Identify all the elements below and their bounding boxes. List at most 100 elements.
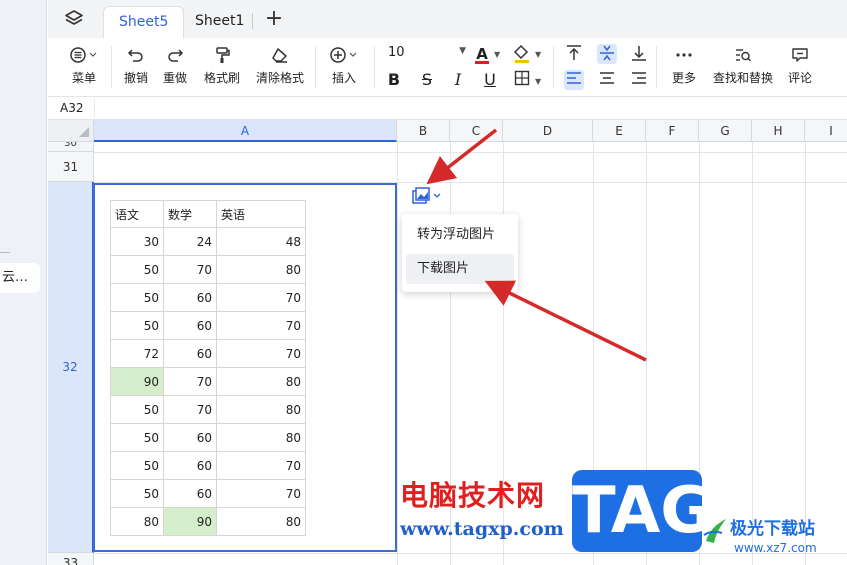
font-color-button[interactable]: A [472,44,492,64]
table-cell: 60 [163,423,217,452]
watermark-site-cn: 电脑技术网 [400,479,546,512]
grid-line [752,142,753,565]
align-top-icon [567,45,581,60]
grid-line [397,142,398,565]
align-right-icon [632,72,646,84]
divider [111,46,112,88]
table-cell: 50 [110,311,164,340]
paint-bucket-icon [513,44,529,63]
find-replace-button[interactable]: 查找和替换 [708,46,778,86]
layers-icon[interactable] [64,9,84,29]
embedded-table-image[interactable]: 语文 数学 英语 30 24 48 50 70 80 50 60 70 50 60 70 72 6… [110,200,306,536]
column-header-c[interactable]: C [450,120,503,142]
column-header-d[interactable]: D [503,120,593,142]
table-cell: 70 [216,283,306,312]
eraser-icon [272,48,287,63]
table-cell: 48 [216,227,306,256]
add-sheet-button[interactable]: + [262,8,286,32]
row-header-30[interactable]: 30 [48,142,94,152]
select-all-corner[interactable] [48,120,94,142]
aurora-logo-icon [703,519,726,543]
divider [315,46,316,88]
border-grid-icon [514,70,530,86]
tab-sheet1[interactable]: Sheet1 [180,6,259,38]
border-button[interactable] [512,70,532,90]
watermark-brand: 极光下载站 [730,519,815,539]
table-cell: 60 [163,311,217,340]
name-box[interactable]: A32 [60,101,83,115]
table-cell-highlighted: 90 [110,367,164,396]
row-header-31[interactable]: 31 [48,152,94,182]
undo-button[interactable]: 撤销 [120,46,152,86]
menu-button[interactable]: 菜单 [64,46,104,86]
font-size-value: 10 [388,45,405,60]
menu-item-convert-floating[interactable]: 转为浮动图片 [406,220,514,250]
table-cell: 70 [216,451,306,480]
format-painter-button[interactable]: 格式刷 [200,46,244,86]
insert-button[interactable]: 插入 [324,46,364,86]
underline-button[interactable]: U [480,70,500,90]
align-top-button[interactable] [564,44,584,64]
table-cell: 70 [163,255,217,284]
table-cell: 50 [110,255,164,284]
comment-button[interactable]: 评论 [784,46,816,86]
tab-divider [252,13,253,29]
image-options-button[interactable] [405,184,449,208]
table-cell: 70 [216,479,306,508]
align-bottom-button[interactable] [629,44,649,64]
column-header-e[interactable]: E [593,120,646,142]
more-dots-icon [676,53,692,57]
table-header-cell: 英语 [216,200,306,228]
fill-color-button[interactable] [512,44,532,64]
column-header-g[interactable]: G [699,120,752,142]
align-center-button[interactable] [597,70,617,90]
font-size-select[interactable]: 10 ▼ [388,44,466,64]
menu-circle-icon [70,47,97,63]
clear-format-button[interactable]: 清除格式 [253,46,307,86]
comment-icon [792,48,808,62]
row-header-33[interactable]: 33 [48,553,94,565]
font-color-swatch [475,61,489,64]
table-cell: 70 [163,367,217,396]
column-header-h[interactable]: H [752,120,805,142]
table-cell: 50 [110,395,164,424]
chevron-down-icon[interactable]: ▼ [494,50,500,59]
format-painter-label: 格式刷 [203,71,240,85]
table-cell: 60 [163,283,217,312]
align-middle-button[interactable] [597,44,617,64]
table-cell: 72 [110,339,164,368]
align-left-button[interactable] [564,70,584,90]
column-header-a[interactable]: A [94,120,397,142]
align-center-icon [600,72,614,84]
comment-label: 评论 [787,71,812,85]
undo-label: 撤销 [123,71,148,85]
align-middle-icon [600,45,614,61]
menu-label: 菜单 [71,71,96,85]
table-cell: 80 [110,507,164,536]
strikethrough-button[interactable]: S [417,70,437,90]
more-button[interactable]: 更多 [667,46,701,86]
table-cell: 50 [110,283,164,312]
tab-sheet5[interactable]: Sheet5 [103,6,185,38]
bold-button[interactable]: B [384,70,404,90]
cloud-doc-item[interactable]: 云… [0,263,40,293]
menu-item-download-image[interactable]: 下载图片 [406,254,514,284]
divider [0,252,10,253]
column-header-b[interactable]: B [397,120,450,142]
chevron-down-icon[interactable]: ▼ [535,77,541,86]
chevron-down-icon[interactable]: ▼ [535,50,541,59]
table-cell: 60 [163,339,217,368]
column-header-i[interactable]: I [805,120,847,142]
redo-button[interactable]: 重做 [159,46,191,86]
row-header-32[interactable]: 32 [48,182,94,553]
clear-format-label: 清除格式 [255,71,304,85]
side-panel: 云… [0,0,47,565]
table-header-cell: 语文 [110,200,164,228]
italic-button[interactable]: I [448,70,468,90]
insert-label: 插入 [331,71,356,85]
divider [656,46,657,88]
table-cell: 60 [163,451,217,480]
align-bottom-icon [632,46,646,61]
align-right-button[interactable] [629,70,649,90]
column-header-f[interactable]: F [646,120,699,142]
